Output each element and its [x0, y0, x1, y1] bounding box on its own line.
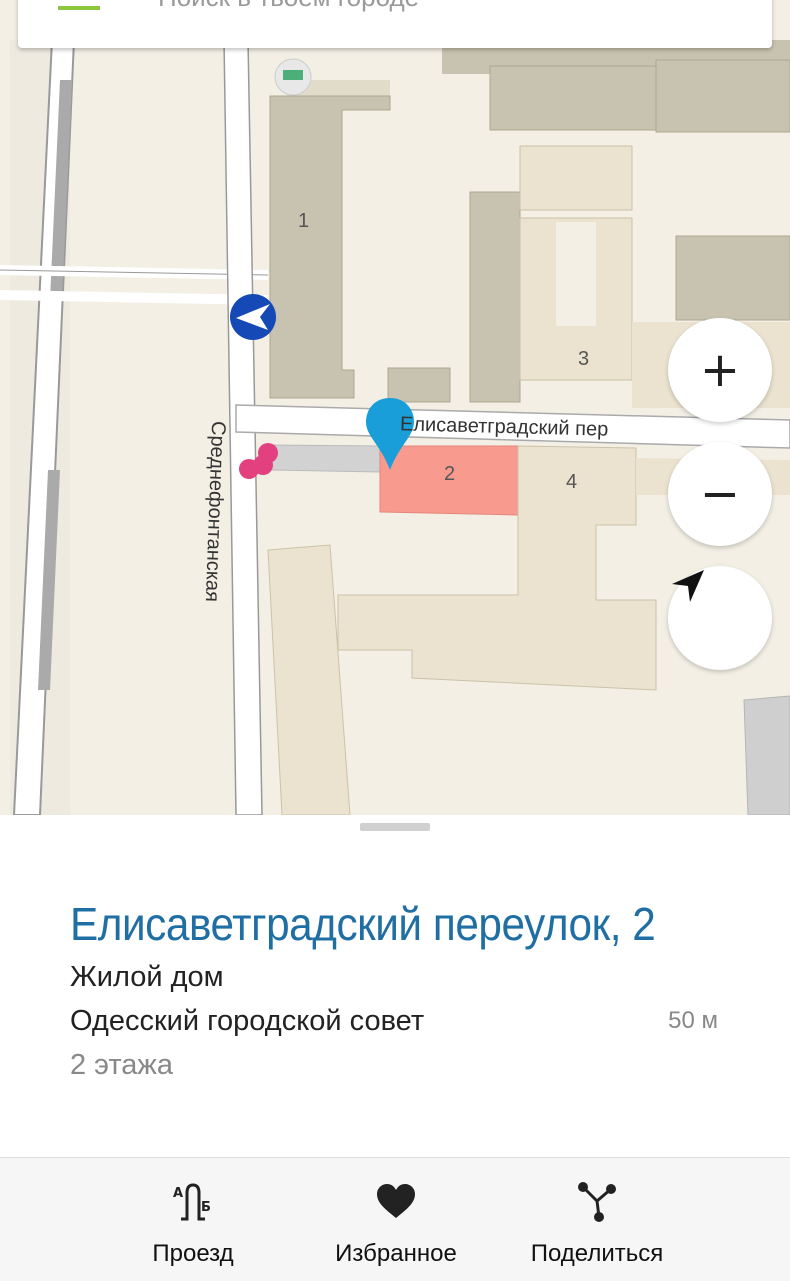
search-input[interactable]: Поиск в твоем городе: [158, 0, 419, 13]
favorite-label: Избранное: [335, 1240, 457, 1267]
place-type: Жилой дом: [70, 961, 224, 993]
route-button[interactable]: А Б Проезд: [130, 1158, 256, 1281]
action-bar: А Б Проезд Избранное Поделиться: [0, 1157, 790, 1281]
route-label: Проезд: [152, 1240, 234, 1267]
share-icon: [578, 1182, 616, 1222]
favorite-button[interactable]: Избранное: [326, 1158, 466, 1281]
heart-icon: [377, 1184, 415, 1218]
navigation-arrow-icon: [672, 570, 704, 602]
place-floors: 2 этажа: [70, 1049, 173, 1081]
zoom-out-button[interactable]: −: [668, 442, 772, 546]
location-pin-icon[interactable]: [692, 0, 720, 4]
building-number: 2: [444, 463, 456, 485]
plus-icon: +: [699, 342, 741, 398]
route-icon: А Б: [173, 1183, 211, 1221]
map-view[interactable]: 1 2 3 4 5 6 Елисаветградский пер Среднеф…: [0, 0, 790, 815]
place-owner: Одесский городской совет: [70, 1005, 425, 1037]
place-distance: 50 м: [668, 1007, 718, 1034]
building-number: 1: [298, 210, 310, 232]
menu-icon[interactable]: [58, 6, 100, 10]
building-number: 4: [566, 471, 578, 493]
place-title: Елисаветградский переулок, 2: [70, 898, 656, 950]
svg-text:Б: Б: [201, 1200, 211, 1215]
share-label: Поделиться: [530, 1240, 664, 1267]
my-location-button[interactable]: [668, 566, 772, 670]
share-button[interactable]: Поделиться: [520, 1158, 674, 1281]
building-number: 3: [578, 348, 590, 370]
place-card: Елисаветградский переулок, 2 Жилой дом О…: [0, 815, 790, 1157]
zoom-in-button[interactable]: +: [668, 318, 772, 422]
svg-text:А: А: [173, 1186, 183, 1201]
minus-icon: −: [699, 466, 741, 522]
map-canvas: [0, 39, 790, 815]
search-bar[interactable]: Поиск в твоем городе: [18, 0, 772, 48]
drag-handle[interactable]: [360, 823, 430, 831]
